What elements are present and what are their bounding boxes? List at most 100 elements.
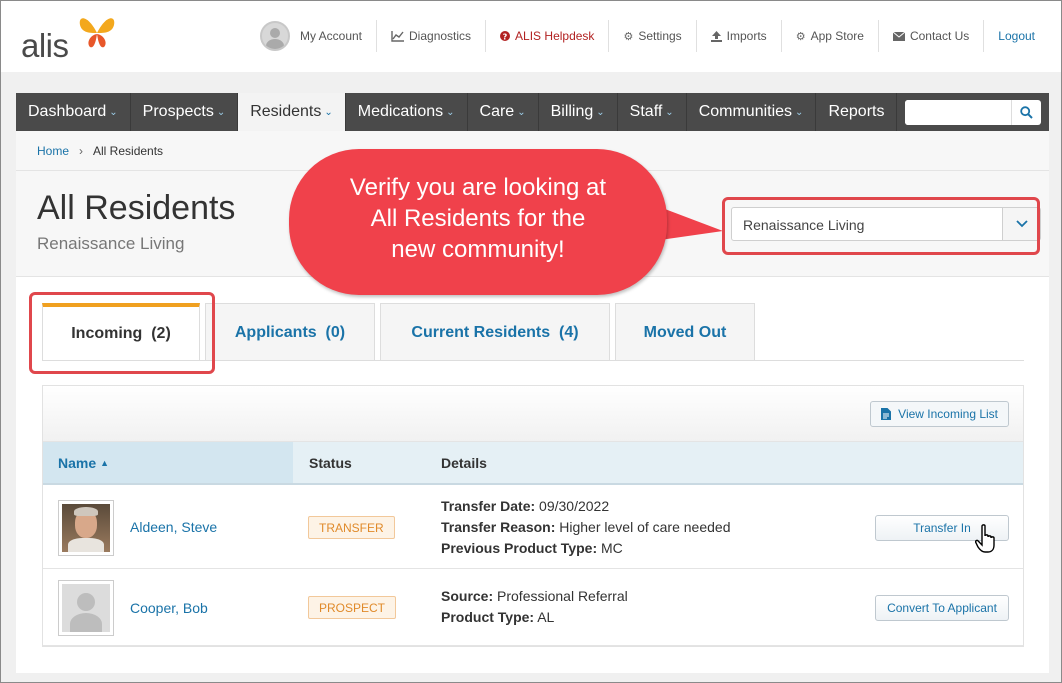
imports-link[interactable]: Imports: [695, 20, 781, 52]
incoming-table-card: View Incoming List Name ▲ Status Details: [42, 385, 1024, 647]
nav-prospects-label: Prospects: [142, 103, 214, 120]
callout-line: All Residents for the: [370, 205, 586, 232]
chevron-down-icon: ⌄: [596, 106, 605, 118]
my-account-link[interactable]: My Account: [246, 20, 376, 52]
upload-icon: [710, 30, 722, 42]
logout-link[interactable]: Logout: [983, 20, 1049, 52]
detail-value: 09/30/2022: [539, 498, 610, 514]
butterfly-icon: [79, 18, 115, 48]
nav-billing-label: Billing: [550, 103, 594, 120]
contact-us-link[interactable]: Contact Us: [877, 20, 983, 52]
nav-reports-label: Reports: [828, 103, 885, 120]
nav-staff-label: Staff: [629, 103, 663, 120]
chevron-down-icon: ⌄: [665, 106, 674, 118]
tab-moved-out[interactable]: Moved Out: [615, 303, 755, 361]
detail-label: Transfer Date:: [441, 498, 536, 514]
table-row: Aldeen, Steve TRANSFER Transfer Date: 09…: [43, 487, 1023, 569]
name-header-label: Name: [58, 454, 97, 471]
nav-care[interactable]: Care ⌄: [468, 93, 539, 131]
settings-label: Settings: [638, 29, 682, 43]
detail-value: Higher level of care needed: [559, 519, 731, 535]
card-toolbar: View Incoming List: [43, 386, 1023, 442]
main-nav: Dashboard ⌄ Prospects ⌄ Residents ⌄ Medicat…: [16, 93, 1049, 131]
detail-value: MC: [601, 540, 623, 556]
resident-name-link[interactable]: Cooper, Bob: [130, 600, 208, 616]
alis-logo[interactable]: alis: [21, 13, 121, 64]
tab-moved-out-label: Moved Out: [643, 323, 727, 341]
contact-us-label: Contact Us: [909, 29, 970, 43]
tab-current-residents[interactable]: Current Residents (4): [380, 303, 610, 361]
question-circle-icon: ?: [500, 31, 511, 41]
search-input[interactable]: [905, 100, 1011, 125]
nav-communities-label: Communities: [698, 103, 793, 120]
convert-to-applicant-button[interactable]: Convert To Applicant: [875, 595, 1009, 621]
diagnostics-link[interactable]: Diagnostics: [376, 20, 485, 52]
select-highlight: [722, 197, 1040, 255]
svg-text:?: ?: [503, 32, 508, 41]
helpdesk-link[interactable]: ? ALIS Helpdesk: [485, 20, 608, 52]
resident-photo: [58, 500, 114, 556]
breadcrumb-current: All Residents: [93, 143, 164, 158]
breadcrumb-home[interactable]: Home: [37, 144, 69, 158]
imports-label: Imports: [726, 29, 767, 43]
detail-value: Professional Referral: [497, 588, 628, 604]
nav-care-label: Care: [479, 103, 515, 120]
chevron-down-icon: ⌄: [517, 106, 526, 118]
document-icon: [881, 408, 892, 420]
top-links: My Account Diagnostics ? ALIS Helpdesk ⚙…: [246, 20, 1049, 52]
detail-label: Product Type:: [441, 609, 535, 625]
table-header: Name ▲ Status Details: [43, 442, 1023, 485]
annotation-callout: Verify you are looking at All Residents …: [289, 149, 667, 295]
convert-to-applicant-label: Convert To Applicant: [887, 601, 997, 615]
logout-label: Logout: [998, 29, 1035, 43]
nav-residents[interactable]: Residents ⌄: [238, 93, 346, 131]
line-chart-icon: [391, 30, 405, 42]
view-incoming-list-label: View Incoming List: [898, 407, 998, 421]
chevron-down-icon: ⌄: [446, 106, 455, 118]
nav-billing[interactable]: Billing ⌄: [539, 93, 618, 131]
nav-medications-label: Medications: [357, 103, 444, 120]
detail-label: Previous Product Type:: [441, 540, 598, 556]
nav-dashboard-label: Dashboard: [28, 103, 107, 120]
chevron-down-icon: ⌄: [795, 106, 804, 118]
search-button[interactable]: [1011, 100, 1041, 125]
app-window: alis My Account Diagnostics ? ALIS Helpd…: [0, 0, 1062, 683]
detail-label: Transfer Reason:: [441, 519, 556, 535]
diagnostics-label: Diagnostics: [409, 29, 472, 43]
transfer-in-label: Transfer In: [913, 521, 971, 535]
tab-applicants-label: Applicants (0): [234, 323, 346, 341]
user-avatar-icon: [259, 21, 290, 51]
status-badge: TRANSFER: [308, 516, 395, 539]
chevron-down-icon: ⌄: [324, 106, 333, 118]
view-incoming-list-button[interactable]: View Incoming List: [870, 401, 1009, 427]
search-icon: [1020, 106, 1033, 119]
detail-label: Source:: [441, 588, 494, 604]
nav-prospects[interactable]: Prospects ⌄: [131, 93, 239, 131]
page-title: All Residents: [37, 189, 236, 227]
chevron-down-icon: ⌄: [216, 106, 226, 118]
tab-highlight: [29, 292, 215, 374]
callout-line: new community!: [391, 236, 565, 263]
callout-line: Verify you are looking at: [349, 174, 607, 201]
app-store-label: App Store: [810, 29, 864, 43]
user-silhouette-icon: [77, 593, 95, 611]
settings-link[interactable]: ⚙ Settings: [608, 20, 695, 52]
app-store-link[interactable]: ⚙ App Store: [780, 20, 878, 52]
my-account-label: My Account: [299, 29, 363, 43]
nav-communities[interactable]: Communities ⌄: [687, 93, 817, 131]
name-column-header[interactable]: Name ▲: [43, 442, 293, 483]
tab-current-residents-label: Current Residents (4): [411, 323, 579, 341]
nav-reports[interactable]: Reports: [816, 93, 898, 131]
tab-applicants[interactable]: Applicants (0): [205, 303, 375, 361]
table-row: Cooper, Bob PROSPECT Source: Professiona…: [43, 570, 1023, 646]
resident-name-link[interactable]: Aldeen, Steve: [130, 519, 217, 535]
hand-cursor-icon: [975, 524, 995, 553]
nav-staff[interactable]: Staff ⌄: [618, 93, 687, 131]
nav-dashboard[interactable]: Dashboard ⌄: [16, 93, 131, 131]
detail-value: AL: [537, 609, 555, 625]
nav-medications[interactable]: Medications ⌄: [346, 93, 468, 131]
status-badge: PROSPECT: [308, 596, 397, 619]
helpdesk-label: ALIS Helpdesk: [515, 29, 595, 43]
top-bar: alis My Account Diagnostics ? ALIS Helpd…: [1, 1, 1061, 72]
resident-photo-placeholder: [58, 580, 114, 636]
